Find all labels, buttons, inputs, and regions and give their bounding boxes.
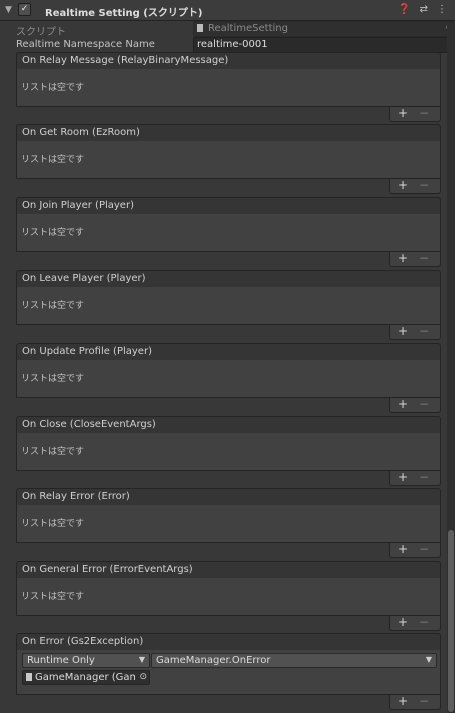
event-header: On Leave Player (Player) <box>16 270 441 288</box>
add-item-button[interactable]: + <box>398 397 408 411</box>
event-list: On Leave Player (Player) リストは空です + − <box>16 270 441 340</box>
add-item-button[interactable]: + <box>398 106 408 120</box>
event-header: On Get Room (EzRoom) <box>16 124 441 142</box>
remove-item-button[interactable]: − <box>419 694 429 708</box>
chevron-down-icon: ▼ <box>425 655 432 664</box>
event-list-footer: + − <box>389 470 441 486</box>
event-list-footer: + − <box>389 542 441 558</box>
event-title: On Relay Error (Error) <box>22 491 130 502</box>
event-title: On General Error (ErrorEventArgs) <box>22 564 193 575</box>
remove-item-button[interactable]: − <box>419 615 429 629</box>
empty-list-text: リストは空です <box>21 447 85 457</box>
empty-list-text: リストは空です <box>21 519 85 529</box>
add-item-button[interactable]: + <box>398 251 408 265</box>
inspector-scrollbar[interactable] <box>447 22 455 713</box>
remove-item-button[interactable]: − <box>419 397 429 411</box>
event-title: On Error (Gs2Exception) <box>22 636 144 647</box>
script-row: スクリプト RealtimeSetting ⊙ <box>16 21 455 38</box>
function-dropdown[interactable]: GameManager.OnError ▼ <box>151 653 437 668</box>
event-list-footer: + − <box>389 694 441 710</box>
remove-item-button[interactable]: − <box>419 324 429 338</box>
event-list-body: リストは空です <box>16 505 441 543</box>
event-header: On Relay Error (Error) <box>16 488 441 506</box>
event-header: On Relay Message (RelayBinaryMessage) <box>16 52 441 70</box>
event-list-body: リストは空です <box>16 360 441 398</box>
event-title: On Join Player (Player) <box>22 200 134 211</box>
script-value: RealtimeSetting <box>208 23 288 34</box>
script-label: スクリプト <box>16 27 66 38</box>
remove-item-button[interactable]: − <box>419 178 429 192</box>
event-list-body: Runtime Only ▼ GameManager.OnError ▼ Gam… <box>16 650 441 695</box>
event-list-body: リストは空です <box>16 214 441 252</box>
help-icon[interactable]: ❓ <box>398 4 410 15</box>
empty-list-text: リストは空です <box>21 83 85 93</box>
empty-list-text: リストは空です <box>21 592 85 602</box>
event-header: On Error (Gs2Exception) <box>16 633 441 651</box>
event-title: On Update Profile (Player) <box>22 346 152 357</box>
event-list: On Join Player (Player) リストは空です + − <box>16 197 441 267</box>
event-list-body: リストは空です <box>16 287 441 325</box>
preset-icon[interactable]: ⇄ <box>420 4 428 15</box>
remove-item-button[interactable]: − <box>419 251 429 265</box>
event-list: On Relay Error (Error) リストは空です + − <box>16 488 441 558</box>
event-title: On Get Room (EzRoom) <box>22 127 140 138</box>
event-list-footer: + − <box>389 615 441 631</box>
empty-list-text: リストは空です <box>21 228 85 238</box>
namespace-label: Realtime Namespace Name <box>16 39 155 50</box>
add-item-button[interactable]: + <box>398 324 408 338</box>
event-list-footer: + − <box>389 251 441 267</box>
event-list-body: リストは空です <box>16 578 441 616</box>
event-header: On Join Player (Player) <box>16 197 441 215</box>
namespace-value: realtime-0001 <box>197 39 268 50</box>
event-list-footer: + − <box>389 397 441 413</box>
runtime-mode-dropdown[interactable]: Runtime Only ▼ <box>22 653 150 668</box>
event-list: On Close (CloseEventArgs) リストは空です + − <box>16 416 441 486</box>
event-list-body: リストは空です <box>16 141 441 179</box>
event-list: On Get Room (EzRoom) リストは空です + − <box>16 124 441 194</box>
event-title: On Close (CloseEventArgs) <box>22 419 156 430</box>
remove-item-button[interactable]: − <box>419 470 429 484</box>
target-object-field[interactable]: GameManager (Game ⊙ <box>22 670 150 685</box>
event-title: On Leave Player (Player) <box>22 273 146 284</box>
empty-list-text: リストは空です <box>21 155 85 165</box>
component-header[interactable]: ▼ ✓ Realtime Setting (スクリプト) ❓ ⇄ ⋮ <box>0 0 455 21</box>
event-header: On Close (CloseEventArgs) <box>16 416 441 434</box>
event-list-body: リストは空です <box>16 69 441 107</box>
chevron-down-icon: ▼ <box>138 655 145 664</box>
remove-item-button[interactable]: − <box>419 542 429 556</box>
event-list-footer: + − <box>389 178 441 194</box>
target-object-value: GameManager (Game <box>35 672 135 683</box>
runtime-mode-value: Runtime Only <box>27 655 95 666</box>
remove-item-button[interactable]: − <box>419 106 429 120</box>
collapse-arrow-icon[interactable]: ▼ <box>5 5 12 15</box>
add-item-button[interactable]: + <box>398 694 408 708</box>
add-item-button[interactable]: + <box>398 470 408 484</box>
script-file-icon <box>26 673 32 681</box>
function-value: GameManager.OnError <box>156 655 271 666</box>
object-picker-icon[interactable]: ⊙ <box>139 672 147 682</box>
event-list-footer: + − <box>389 324 441 340</box>
event-list-body: リストは空です <box>16 433 441 471</box>
event-header: On General Error (ErrorEventArgs) <box>16 561 441 579</box>
event-list: On Update Profile (Player) リストは空です + − <box>16 343 441 413</box>
empty-list-text: リストは空です <box>21 301 85 311</box>
event-list: On Relay Message (RelayBinaryMessage) リスト… <box>16 52 441 122</box>
add-item-button[interactable]: + <box>398 542 408 556</box>
event-title: On Relay Message (RelayBinaryMessage) <box>22 55 229 66</box>
enabled-checkbox-icon[interactable]: ✓ <box>18 3 31 16</box>
scrollbar-thumb[interactable] <box>448 530 454 712</box>
event-list-footer: + − <box>389 106 441 122</box>
add-item-button[interactable]: + <box>398 615 408 629</box>
script-field[interactable]: RealtimeSetting ⊙ <box>193 21 455 37</box>
component-title: Realtime Setting (スクリプト) <box>45 8 203 19</box>
menu-icon[interactable]: ⋮ <box>437 4 447 15</box>
event-list: On General Error (ErrorEventArgs) リストは空です… <box>16 561 441 631</box>
event-header: On Update Profile (Player) <box>16 343 441 361</box>
script-file-icon <box>197 24 203 32</box>
namespace-input[interactable]: realtime-0001 <box>193 37 455 53</box>
namespace-row: Realtime Namespace Name realtime-0001 <box>16 37 455 53</box>
empty-list-text: リストは空です <box>21 374 85 384</box>
event-on-error: On Error (Gs2Exception) Runtime Only ▼ G… <box>16 633 441 710</box>
add-item-button[interactable]: + <box>398 178 408 192</box>
